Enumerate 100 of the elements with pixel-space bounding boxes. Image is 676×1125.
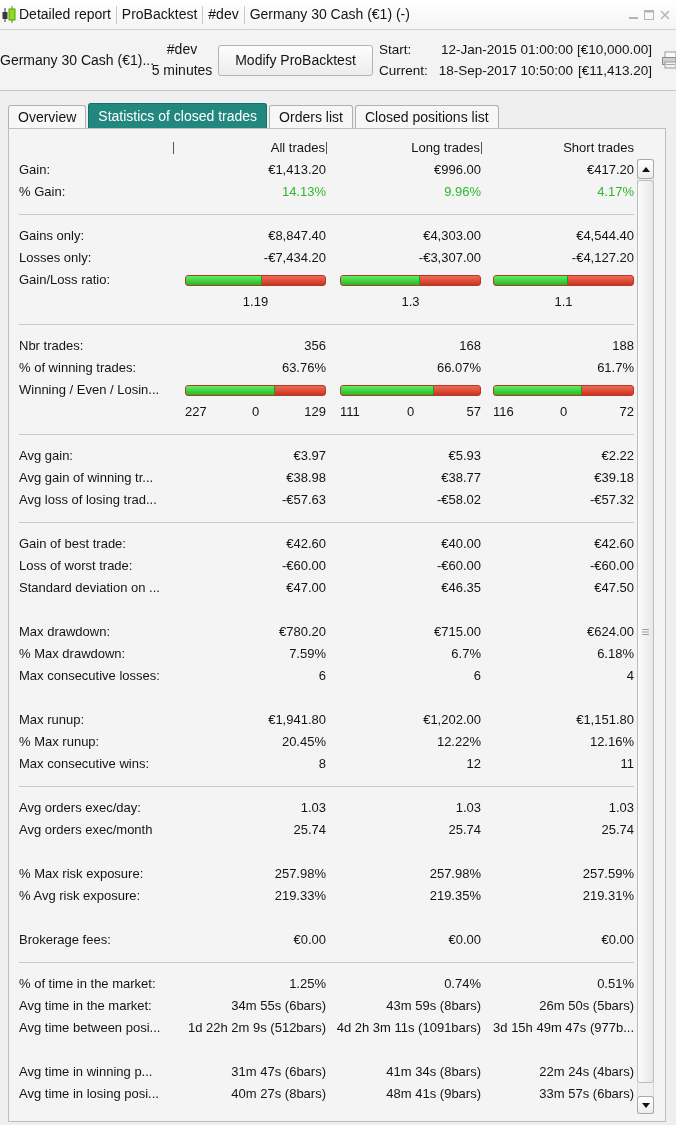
table-cell-text: €42.60	[285, 535, 326, 554]
table-cell-text: -€60.00	[588, 557, 634, 576]
table-cell-text: 219.35%	[428, 887, 481, 906]
table-cell-text: -€60.00	[435, 557, 481, 576]
table-cell-text: 25.74	[600, 821, 634, 840]
row-label: Max consecutive wins:	[19, 755, 151, 774]
table-cell-text: 1.1	[554, 293, 573, 312]
scroll-up-button[interactable]	[637, 159, 654, 179]
candlestick-icon	[1, 5, 17, 24]
table-cell-text: 116	[493, 403, 514, 422]
table-cell-text: 3d 15h 49m 47s (977b...	[492, 1019, 634, 1038]
table-cell-text: 168	[458, 337, 481, 356]
table-cell-text: 6	[472, 667, 481, 686]
breadcrumb-label: #dev	[208, 5, 239, 24]
row-label: Avg gain of winning tr...	[19, 469, 155, 488]
table-cell-text: €996.00	[433, 161, 481, 180]
scroll-down-button[interactable]	[637, 1096, 654, 1114]
table-cell-text: 6	[317, 667, 326, 686]
row-label: Gain:	[19, 161, 52, 180]
maximize-icon[interactable]	[644, 9, 654, 20]
breadcrumb-label: Germany 30 Cash (€1) (-)	[249, 5, 410, 24]
row-label: Gain/Loss ratio:	[19, 271, 112, 290]
period-datetime: 12-Jan-2015 01:00:00	[439, 41, 573, 59]
table-cell-text: €715.00	[433, 623, 481, 642]
table-cell-text: 57	[466, 403, 481, 422]
table-cell-text: 257.98%	[273, 865, 326, 884]
row-label: Max drawdown:	[19, 623, 112, 642]
table-cell-text: 356	[303, 337, 326, 356]
table-cell-text: -€57.63	[280, 491, 326, 510]
table-cell-text: 48m 41s (9bars)	[385, 1085, 481, 1104]
table-cell-text: 12	[465, 755, 481, 774]
row-label: Avg gain:	[19, 447, 74, 466]
table-cell-text: 72	[619, 403, 634, 422]
column-header[interactable]: All trades	[270, 138, 325, 158]
row-label: Max runup:	[19, 711, 86, 730]
table-cell-text: 1.03	[299, 799, 326, 818]
table-cell-text: 4	[625, 667, 634, 686]
table-cell-text: €39.18	[593, 469, 634, 488]
column-header[interactable]: Long trades	[411, 138, 480, 158]
table-cell-text: 31m 47s (6bars)	[230, 1063, 326, 1082]
table-cell-text: 11	[619, 755, 634, 774]
row-label: % Max risk exposure:	[19, 865, 145, 884]
row-label: Avg time in losing posi...	[19, 1085, 160, 1104]
table-cell-text: €5.93	[447, 447, 481, 466]
table-cell-text: 257.59%	[581, 865, 634, 884]
table-cell-text: €1,413.20	[267, 161, 326, 180]
table-cell-text: 1d 22h 2m 9s (512bars)	[186, 1019, 326, 1038]
row-label: % of winning trades:	[19, 359, 138, 378]
window-title: Detailed report	[19, 5, 111, 24]
table-cell-text: 1.03	[607, 799, 634, 818]
table-cell-text: €3.97	[292, 447, 326, 466]
table-cell-text: €47.50	[593, 579, 634, 598]
table-cell-text: 188	[611, 337, 634, 356]
table-cell-text: 26m 50s (5bars)	[538, 997, 634, 1016]
period-label: Current:	[379, 62, 429, 80]
table-cell-text: 41m 34s (8bars)	[385, 1063, 481, 1082]
table-cell-text: 6.7%	[450, 645, 481, 664]
table-cell-text: 129	[304, 403, 326, 422]
row-label: Avg orders exec/month	[19, 821, 154, 840]
tab[interactable]: Overview	[8, 105, 87, 128]
table-cell-text: 43m 59s (8bars)	[385, 997, 481, 1016]
row-label: Gains only:	[19, 227, 86, 246]
period-label: Start:	[379, 41, 413, 59]
period-capital: [€11,413.20]	[576, 62, 652, 80]
row-label: Max consecutive losses:	[19, 667, 161, 686]
table-cell-text: €46.35	[440, 579, 481, 598]
table-cell-text: 63.76%	[280, 359, 326, 378]
table-cell-text: 227	[185, 403, 207, 422]
tab[interactable]: Closed positions list	[354, 105, 499, 128]
table-cell-text: 14.13%	[280, 183, 326, 202]
tab[interactable]: Statistics of closed trades	[88, 103, 268, 128]
row-label: % of time in the market:	[19, 975, 157, 994]
table-cell-text: 4d 2h 3m 11s (1091bars)	[335, 1019, 481, 1038]
table-cell-text: €0.00	[292, 931, 326, 950]
table-cell-text: 7.59%	[288, 645, 326, 664]
table-cell-text: 4.17%	[596, 183, 634, 202]
table-cell-text: €0.00	[600, 931, 634, 950]
period-capital: [€10,000.00]	[575, 41, 652, 59]
table-cell-text: €38.77	[440, 469, 481, 488]
row-label: % Max runup:	[19, 733, 101, 752]
table-cell-text: €2.22	[600, 447, 634, 466]
table-cell-text: 33m 57s (6bars)	[538, 1085, 634, 1104]
table-cell-text: 111	[340, 403, 360, 422]
column-header[interactable]: Short trades	[563, 138, 634, 158]
period-datetime: 18-Sep-2017 10:50:00	[437, 62, 573, 80]
table-cell-text: €0.00	[447, 931, 481, 950]
tab[interactable]: Orders list	[269, 105, 353, 128]
table-cell-text: 0	[406, 403, 415, 422]
row-label: Avg time in winning p...	[19, 1063, 154, 1082]
printer-icon[interactable]	[662, 51, 676, 69]
table-cell-text: 61.7%	[596, 359, 634, 378]
close-icon[interactable]	[660, 9, 670, 20]
row-label: Gain of best trade:	[19, 535, 127, 554]
row-label: % Gain:	[19, 183, 67, 202]
table-cell-text: 0	[251, 403, 260, 422]
table-cell-text: 219.33%	[273, 887, 326, 906]
row-label: Avg loss of losing trad...	[19, 491, 158, 510]
modify-backtest-button[interactable]: Modify ProBacktest	[218, 44, 373, 76]
table-cell-text: €4,544.40	[575, 227, 634, 246]
table-cell-text: €47.00	[285, 579, 326, 598]
